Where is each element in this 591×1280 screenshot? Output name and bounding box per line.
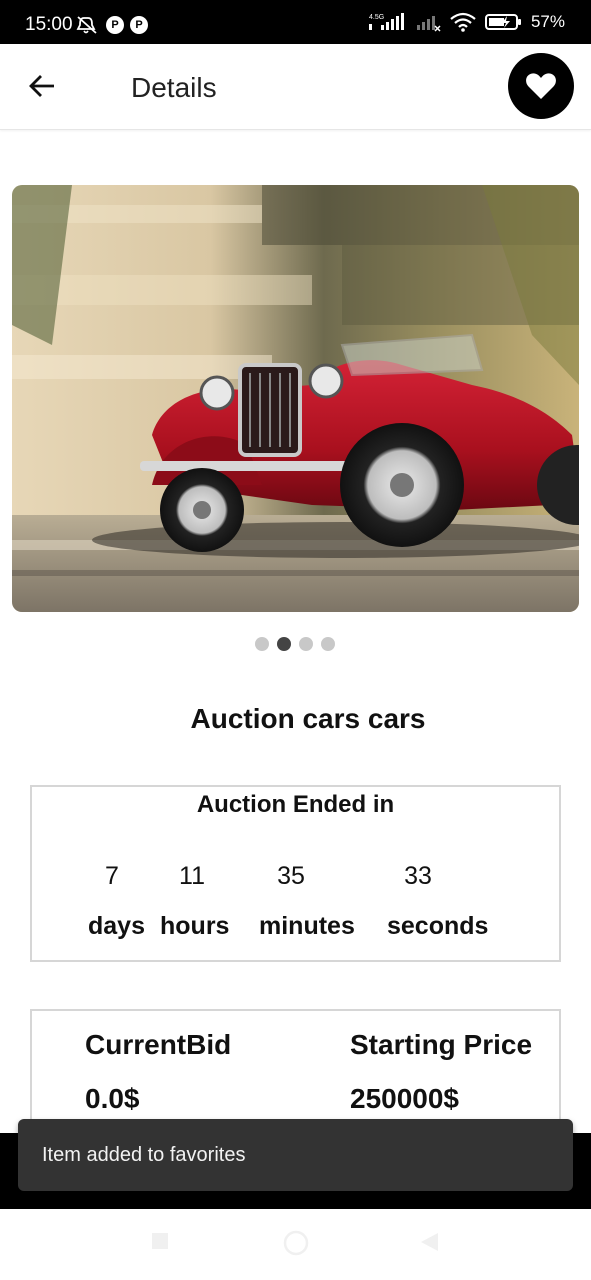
triangle-back-icon — [421, 1233, 438, 1251]
current-bid-label: CurrentBid — [85, 1029, 232, 1060]
favorite-button[interactable] — [508, 53, 574, 119]
carousel-dot[interactable] — [299, 637, 313, 651]
snackbar: Item added to favorites — [18, 1119, 573, 1191]
page-title: Details — [131, 72, 217, 103]
back-button[interactable] — [22, 66, 62, 106]
status-bar: 15:00 P P 4.5G 57% — [0, 0, 591, 44]
home-button[interactable] — [282, 1229, 310, 1262]
countdown-minutes-value: 35 — [277, 862, 305, 890]
heart-icon — [526, 73, 556, 99]
status-time: 15:00 — [25, 14, 73, 35]
countdown-title: Auction Ended in — [196, 791, 395, 818]
countdown-hours-value: 11 — [179, 862, 205, 890]
back-nav-button[interactable] — [418, 1231, 440, 1258]
status-left-icons: P P — [76, 15, 148, 35]
countdown-hours-label: hours — [160, 912, 230, 940]
countdown-seconds-label: seconds — [387, 912, 489, 940]
countdown-seconds-value: 33 — [404, 862, 432, 890]
status-right-icons: 4.5G 57% — [367, 12, 565, 32]
carousel-dot[interactable] — [255, 637, 269, 651]
starting-price-value: 250000$ — [350, 1083, 460, 1114]
item-title: Auction cars cars — [190, 703, 426, 734]
carousel-indicator — [255, 637, 335, 651]
svg-text:4.5G: 4.5G — [369, 14, 384, 21]
battery-charging-icon — [484, 14, 521, 30]
notification-icon: P — [106, 16, 124, 34]
system-nav-bar — [0, 1209, 591, 1280]
countdown-minutes-label: minutes — [259, 912, 355, 940]
countdown-box: Auction Ended in 7 11 35 33 days hours m… — [30, 785, 561, 962]
current-bid-value: 0.0$ — [85, 1083, 140, 1114]
signal-icon — [416, 16, 441, 32]
carousel-dot[interactable] — [321, 637, 335, 651]
circle-icon — [283, 1230, 309, 1256]
notification-icon: P — [130, 16, 148, 34]
battery-percent: 57% — [530, 12, 565, 31]
image-carousel[interactable] — [12, 185, 579, 612]
mute-icon — [76, 16, 97, 34]
wifi-icon — [450, 12, 476, 32]
signal-icon: 4.5G — [368, 13, 404, 30]
arrow-left-icon — [29, 75, 54, 97]
starting-price-label: Starting Price — [350, 1029, 533, 1060]
app-bar: Details — [0, 44, 591, 130]
recents-button[interactable] — [150, 1231, 170, 1256]
countdown-days-label: days — [88, 912, 145, 940]
carousel-dot-active[interactable] — [277, 637, 291, 651]
car-image — [12, 185, 579, 612]
snackbar-message: Item added to favorites — [42, 1144, 246, 1166]
countdown-days-value: 7 — [105, 862, 119, 890]
square-icon — [152, 1233, 168, 1249]
